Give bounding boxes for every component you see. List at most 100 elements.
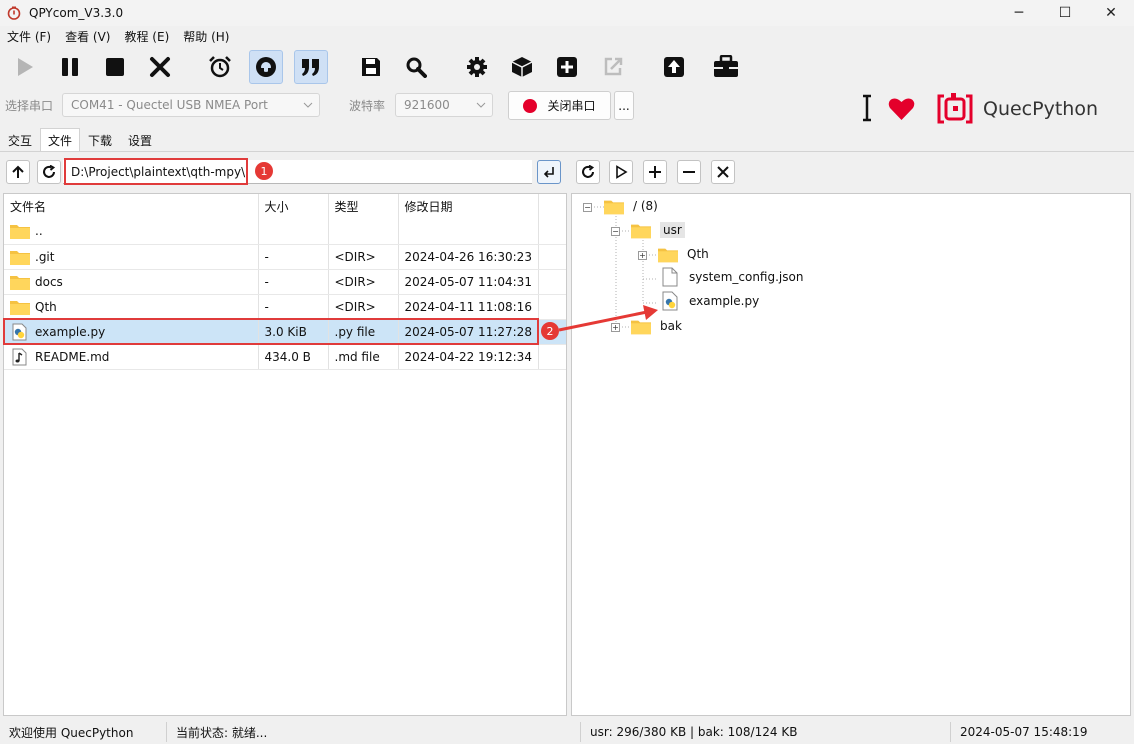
table-row[interactable]: docs - <DIR> 2024-05-07 11:04:31 xyxy=(4,269,566,295)
music-file-icon xyxy=(10,348,30,366)
enter-path-button[interactable] xyxy=(537,160,561,184)
tab-files[interactable]: 文件 xyxy=(40,128,81,152)
pause-button[interactable] xyxy=(53,50,87,84)
folder-icon xyxy=(631,221,651,239)
annotation-arrow xyxy=(558,305,658,332)
column-header-size[interactable]: 大小 xyxy=(258,194,329,219)
table-row[interactable]: .git - <DIR> 2024-04-26 16:30:23 xyxy=(4,244,566,270)
share-button[interactable] xyxy=(596,50,630,84)
up-dir-button[interactable] xyxy=(6,160,30,184)
headset-button[interactable] xyxy=(249,50,283,84)
file-size: - xyxy=(258,269,329,295)
folder-icon xyxy=(10,222,30,240)
chevron-down-icon xyxy=(476,102,486,108)
run-remote-button[interactable] xyxy=(609,160,633,184)
status-state: 当前状态: 就绪... xyxy=(176,725,268,740)
file-date: 2024-04-26 16:30:23 xyxy=(398,244,539,270)
search-icon xyxy=(406,57,427,78)
highlight-file-box xyxy=(3,318,539,345)
add-remote-button[interactable] xyxy=(643,160,667,184)
table-row[interactable]: Qth - <DIR> 2024-04-11 11:08:16 xyxy=(4,294,566,320)
package-button[interactable] xyxy=(505,50,539,84)
add-plus-icon xyxy=(557,57,577,77)
close-window-button[interactable]: ✕ xyxy=(1088,0,1134,26)
maximize-button[interactable]: ☐ xyxy=(1042,0,1088,26)
timer-button[interactable] xyxy=(203,50,237,84)
play-button[interactable] xyxy=(8,50,42,84)
tree-node-usr[interactable]: usr xyxy=(631,221,685,239)
brand-name: QuecPython xyxy=(983,98,1098,120)
tab-settings[interactable]: 设置 xyxy=(120,128,160,152)
box-icon xyxy=(511,57,533,77)
arrow-up-icon xyxy=(12,165,24,178)
column-header-type[interactable]: 类型 xyxy=(328,194,399,219)
app-logo-icon xyxy=(7,6,21,20)
table-row[interactable]: README.md 434.0 B .md file 2024-04-22 19… xyxy=(4,344,566,370)
close-port-button[interactable]: 关闭串口 xyxy=(508,91,611,120)
file-type: <DIR> xyxy=(328,294,399,320)
table-row[interactable]: .. xyxy=(4,219,566,245)
toolbox-button[interactable] xyxy=(709,50,743,84)
tree-label: Qth xyxy=(687,247,709,261)
column-header-date[interactable]: 修改日期 xyxy=(398,194,539,219)
tree-expander[interactable]: + xyxy=(638,251,647,260)
column-header-name[interactable]: 文件名 xyxy=(4,194,259,219)
port-value: COM41 - Quectel USB NMEA Port xyxy=(71,98,268,112)
baud-label: 波特率 xyxy=(349,99,386,113)
disconnect-button[interactable] xyxy=(143,50,177,84)
refresh-local-button[interactable] xyxy=(37,160,61,184)
menu-help[interactable]: 帮助 (H) xyxy=(176,28,236,45)
port-select[interactable]: COM41 - Quectel USB NMEA Port xyxy=(62,93,320,117)
minimize-button[interactable]: ─ xyxy=(996,0,1042,26)
tree-node-config[interactable]: system_config.json xyxy=(660,267,803,287)
record-dot-icon xyxy=(523,98,538,113)
minus-icon xyxy=(683,171,695,173)
menu-view[interactable]: 查看 (V) xyxy=(58,28,117,45)
upload-button[interactable] xyxy=(657,50,691,84)
file-name: .. xyxy=(35,224,43,239)
tree-node-root[interactable]: / (8) xyxy=(604,197,658,215)
more-button[interactable]: ... xyxy=(614,91,634,120)
status-storage: usr: 296/380 KB | bak: 108/124 KB xyxy=(590,725,798,739)
refresh-icon xyxy=(43,165,56,178)
file-size: - xyxy=(258,294,329,320)
quecpython-logo-icon xyxy=(937,93,973,124)
add-button[interactable] xyxy=(550,50,584,84)
tree-label: / (8) xyxy=(633,199,658,213)
file-type: .md file xyxy=(328,344,399,370)
file-name: docs xyxy=(35,274,63,289)
pause-icon xyxy=(62,58,78,76)
quote-button[interactable] xyxy=(294,50,328,84)
tab-download[interactable]: 下载 xyxy=(80,128,120,152)
save-button[interactable] xyxy=(354,50,388,84)
tree-label: usr xyxy=(660,222,685,238)
search-button[interactable] xyxy=(399,50,433,84)
file-type: <DIR> xyxy=(328,269,399,295)
delete-remote-button[interactable] xyxy=(711,160,735,184)
file-date: 2024-04-11 11:08:16 xyxy=(398,294,539,320)
toolbar xyxy=(0,47,1134,87)
refresh-remote-button[interactable] xyxy=(576,160,600,184)
file-name: README.md xyxy=(35,349,110,364)
tree-expander[interactable]: − xyxy=(611,227,620,236)
folder-icon xyxy=(10,298,30,316)
alarm-clock-icon xyxy=(209,56,231,78)
tree-expander[interactable]: − xyxy=(583,203,592,212)
stop-button[interactable] xyxy=(98,50,132,84)
close-port-label: 关闭串口 xyxy=(547,99,596,113)
title-bar: QPYcom_V3.3.0 ─ ☐ ✕ xyxy=(0,0,1134,26)
baud-select[interactable]: 921600 xyxy=(395,93,493,117)
plus-icon xyxy=(649,166,661,178)
tab-interact[interactable]: 交互 xyxy=(0,128,40,152)
status-bar: 欢迎使用 QuecPython 当前状态: 就绪... usr: 296/380… xyxy=(0,720,1134,744)
save-icon xyxy=(362,58,380,76)
file-icon xyxy=(660,267,680,287)
settings-button[interactable] xyxy=(460,50,494,84)
menu-file[interactable]: 文件 (F) xyxy=(0,28,58,45)
toolbox-icon xyxy=(714,55,738,77)
baud-value: 921600 xyxy=(404,98,450,112)
close-icon xyxy=(717,166,729,178)
menu-tutorial[interactable]: 教程 (E) xyxy=(117,28,176,45)
tree-node-qth[interactable]: Qth xyxy=(658,245,709,263)
remove-remote-button[interactable] xyxy=(677,160,701,184)
